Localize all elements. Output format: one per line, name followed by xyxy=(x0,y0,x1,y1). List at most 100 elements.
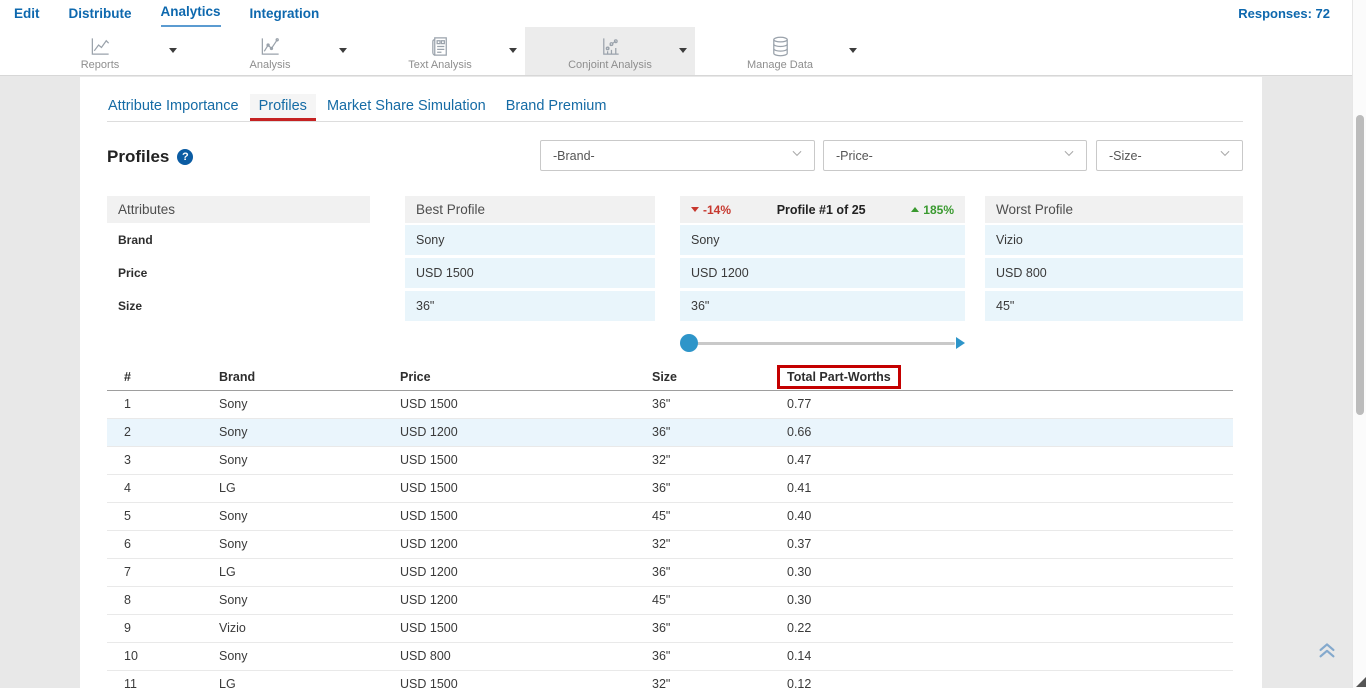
part-worths-table: #BrandPriceSizeTotal Part-Worths 1SonyUS… xyxy=(107,365,1233,688)
tab-attribute-importance[interactable]: Attribute Importance xyxy=(99,94,248,121)
nav-item-edit[interactable]: Edit xyxy=(14,0,40,27)
negative-delta-value: -14% xyxy=(703,203,731,217)
toolbar-item-text-analysis[interactable]: Text Analysis xyxy=(355,27,525,75)
table-cell: Sony xyxy=(219,390,400,418)
current-profile-value: 36" xyxy=(680,291,965,321)
profile-slider xyxy=(680,329,965,357)
worst-profile-value: USD 800 xyxy=(985,258,1243,288)
table-cell: 10 xyxy=(107,642,219,670)
table-row[interactable]: 11LGUSD 150032"0.12 xyxy=(107,670,1233,688)
scrollbar-thumb[interactable] xyxy=(1356,115,1364,415)
table-cell: 36" xyxy=(652,614,787,642)
table-cell: Sony xyxy=(219,502,400,530)
table-cell: 2 xyxy=(107,418,219,446)
toolbar-item-conjoint-analysis[interactable]: Conjoint Analysis xyxy=(525,27,695,75)
nav-item-analytics[interactable]: Analytics xyxy=(161,0,221,27)
table-row[interactable]: 8SonyUSD 120045"0.30 xyxy=(107,586,1233,614)
newspaper-icon xyxy=(429,35,452,58)
table-cell: 1 xyxy=(107,390,219,418)
toolbar-item-reports[interactable]: Reports xyxy=(15,27,185,75)
table-cell: USD 1200 xyxy=(400,558,652,586)
tab-profiles[interactable]: Profiles xyxy=(250,94,316,121)
size-dropdown-value: -Size- xyxy=(1109,149,1218,163)
table-cell: USD 1500 xyxy=(400,670,652,688)
negative-delta: -14% xyxy=(691,203,731,217)
vertical-scrollbar[interactable] xyxy=(1352,0,1366,688)
responses-count[interactable]: Responses: 72 xyxy=(1238,6,1352,21)
table-row[interactable]: 9VizioUSD 150036"0.22 xyxy=(107,614,1233,642)
table-cell: LG xyxy=(219,670,400,688)
chevron-down-icon[interactable] xyxy=(169,48,177,53)
page-title: Profiles xyxy=(107,147,169,167)
table-row[interactable]: 1SonyUSD 150036"0.77 xyxy=(107,390,1233,418)
table-cell: Sony xyxy=(219,446,400,474)
nav-item-integration[interactable]: Integration xyxy=(250,0,320,27)
chevron-down-icon[interactable] xyxy=(849,48,857,53)
table-body: 1SonyUSD 150036"0.772SonyUSD 120036"0.66… xyxy=(107,390,1233,688)
table-cell: 0.41 xyxy=(787,474,1233,502)
scroll-to-top-button[interactable] xyxy=(1316,638,1338,665)
table-row[interactable]: 3SonyUSD 150032"0.47 xyxy=(107,446,1233,474)
attributes-panel-rows: BrandPriceSize xyxy=(107,225,370,321)
toolbar-item-label: Conjoint Analysis xyxy=(568,59,652,71)
column-header-price[interactable]: Price xyxy=(400,365,652,390)
triangle-up-icon xyxy=(911,207,919,212)
worst-profile-panel: Worst Profile VizioUSD 80045" xyxy=(985,196,1243,324)
chevron-down-icon xyxy=(1062,146,1076,165)
slider-next-arrow-icon[interactable] xyxy=(956,337,965,349)
table-row[interactable]: 7LGUSD 120036"0.30 xyxy=(107,558,1233,586)
table-cell: Vizio xyxy=(219,614,400,642)
toolbar-item-analysis[interactable]: Analysis xyxy=(185,27,355,75)
slider-track[interactable] xyxy=(688,342,955,345)
table-cell: USD 1500 xyxy=(400,474,652,502)
table-row[interactable]: 10SonyUSD 80036"0.14 xyxy=(107,642,1233,670)
best-profile-value: USD 1500 xyxy=(405,258,655,288)
column-header-total-part-worths[interactable]: Total Part-Worths xyxy=(787,365,1233,390)
tab-market-share-simulation[interactable]: Market Share Simulation xyxy=(318,94,495,121)
best-profile-rows: SonyUSD 150036" xyxy=(405,225,655,321)
tab-bar: Attribute ImportanceProfilesMarket Share… xyxy=(99,94,615,121)
column-header-[interactable]: # xyxy=(107,365,219,390)
help-icon[interactable]: ? xyxy=(177,149,193,165)
chevron-down-icon[interactable] xyxy=(679,48,687,53)
toolbar-item-label: Text Analysis xyxy=(408,59,472,71)
column-header-size[interactable]: Size xyxy=(652,365,787,390)
table-cell: USD 800 xyxy=(400,642,652,670)
best-profile-value: Sony xyxy=(405,225,655,255)
table-cell: Sony xyxy=(219,586,400,614)
table-cell: 8 xyxy=(107,586,219,614)
positive-delta: 185% xyxy=(911,203,954,217)
line-chart-icon xyxy=(89,35,112,58)
table-row[interactable]: 6SonyUSD 120032"0.37 xyxy=(107,530,1233,558)
table-cell: Sony xyxy=(219,530,400,558)
table-cell: 0.37 xyxy=(787,530,1233,558)
table-cell: USD 1200 xyxy=(400,530,652,558)
brand-dropdown[interactable]: -Brand- xyxy=(540,140,815,171)
best-profile-header: Best Profile xyxy=(405,196,655,223)
chevron-down-icon[interactable] xyxy=(509,48,517,53)
current-profile-panel: -14% Profile #1 of 25 185% SonyUSD 12003… xyxy=(680,196,965,324)
table-cell: Sony xyxy=(219,642,400,670)
size-dropdown[interactable]: -Size- xyxy=(1096,140,1243,171)
table-cell: 0.12 xyxy=(787,670,1233,688)
table-row[interactable]: 5SonyUSD 150045"0.40 xyxy=(107,502,1233,530)
table-row[interactable]: 2SonyUSD 120036"0.66 xyxy=(107,418,1233,446)
table-cell: 0.30 xyxy=(787,558,1233,586)
attributes-panel: Attributes BrandPriceSize xyxy=(107,196,370,324)
positive-delta-value: 185% xyxy=(923,203,954,217)
nav-item-distribute[interactable]: Distribute xyxy=(69,0,132,27)
slider-handle[interactable] xyxy=(680,334,698,352)
current-profile-value: Sony xyxy=(680,225,965,255)
table-row[interactable]: 4LGUSD 150036"0.41 xyxy=(107,474,1233,502)
tab-brand-premium[interactable]: Brand Premium xyxy=(497,94,616,121)
table-cell: 11 xyxy=(107,670,219,688)
column-header-brand[interactable]: Brand xyxy=(219,365,400,390)
table-cell: 4 xyxy=(107,474,219,502)
price-dropdown[interactable]: -Price- xyxy=(823,140,1087,171)
table-header: #BrandPriceSizeTotal Part-Worths xyxy=(107,365,1233,390)
table-cell: 36" xyxy=(652,642,787,670)
toolbar-item-manage-data[interactable]: Manage Data xyxy=(695,27,865,75)
chevron-down-icon[interactable] xyxy=(339,48,347,53)
best-profile-panel: Best Profile SonyUSD 150036" xyxy=(405,196,655,324)
table-cell: 0.66 xyxy=(787,418,1233,446)
